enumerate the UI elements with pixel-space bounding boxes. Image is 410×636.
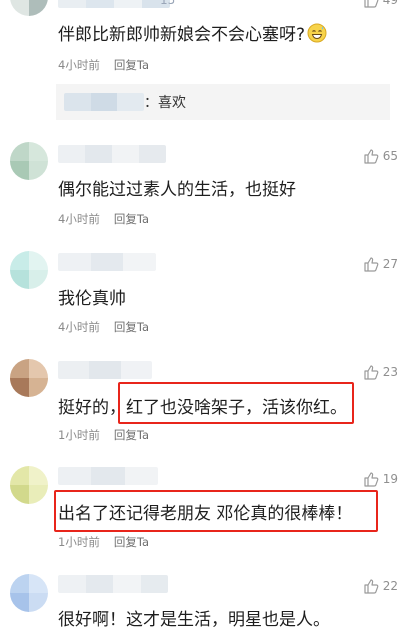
- like-count: 22: [382, 579, 398, 593]
- quoted-username-blurred: [64, 93, 144, 111]
- comment-meta: 4小时前 回复Ta: [58, 211, 149, 227]
- comment-meta: 4小时前 回复Ta: [58, 57, 149, 73]
- comment-text: 很好啊！这才是生活，明星也是人。: [58, 610, 330, 630]
- like-button[interactable]: 27: [363, 256, 398, 272]
- like-count: 27: [382, 257, 398, 271]
- like-button[interactable]: 19: [363, 471, 398, 487]
- reply-link[interactable]: 回复Ta: [114, 320, 149, 334]
- thumbs-up-icon: [364, 579, 379, 594]
- avatar[interactable]: [10, 0, 48, 16]
- comment-text: 偶尔能过过素人的生活，也挺好: [58, 180, 296, 200]
- avatar[interactable]: [10, 574, 48, 612]
- comment-meta: 4小时前 回复Ta: [58, 319, 149, 335]
- like-count: 23: [382, 365, 398, 379]
- username-blurred: [58, 467, 158, 485]
- highlight-box: [118, 382, 354, 424]
- username-blurred: [58, 253, 156, 271]
- comment-time: 1小时前: [58, 535, 100, 549]
- reply-link[interactable]: 回复Ta: [114, 428, 149, 442]
- like-button[interactable]: 23: [363, 364, 398, 380]
- like-button[interactable]: 65: [363, 148, 398, 164]
- comment-meta: 1小时前 回复Ta: [58, 427, 149, 443]
- highlight-box: [54, 490, 378, 532]
- reply-link[interactable]: 回复Ta: [114, 58, 149, 72]
- comment-text-prefix: 挺好的，: [58, 398, 126, 418]
- like-count: 19: [382, 472, 398, 486]
- like-button[interactable]: 49: [363, 0, 398, 8]
- comment-text: 我伦真帅: [58, 289, 126, 309]
- thumbs-up-icon: [364, 257, 379, 272]
- comment-time: 4小时前: [58, 212, 100, 226]
- username-partial: 15: [160, 0, 176, 7]
- comment-time: 4小时前: [58, 58, 100, 72]
- thumbs-up-icon: [364, 149, 379, 164]
- username-blurred: [58, 0, 170, 8]
- comment-time: 1小时前: [58, 428, 100, 442]
- like-button[interactable]: 22: [363, 578, 398, 594]
- thumbs-up-icon: [364, 0, 379, 8]
- comment-meta: 1小时前 回复Ta: [58, 534, 149, 550]
- thumbs-up-icon: [364, 365, 379, 380]
- username-blurred: [58, 575, 168, 593]
- username-blurred: [58, 361, 152, 379]
- like-count: 65: [382, 149, 398, 163]
- avatar[interactable]: [10, 142, 48, 180]
- avatar[interactable]: [10, 466, 48, 504]
- grin-sweat-emoji: [307, 23, 327, 48]
- avatar[interactable]: [10, 359, 48, 397]
- avatar[interactable]: [10, 251, 48, 289]
- thumbs-up-icon: [364, 472, 379, 487]
- comment-time: 4小时前: [58, 320, 100, 334]
- reply-link[interactable]: 回复Ta: [114, 535, 149, 549]
- quoted-reply-text: ：喜欢: [144, 95, 186, 111]
- like-count: 49: [382, 0, 398, 7]
- username-blurred: [58, 145, 166, 163]
- comment-text: 伴郎比新郎帅新娘会不会心塞呀?: [58, 20, 327, 48]
- reply-link[interactable]: 回复Ta: [114, 212, 149, 226]
